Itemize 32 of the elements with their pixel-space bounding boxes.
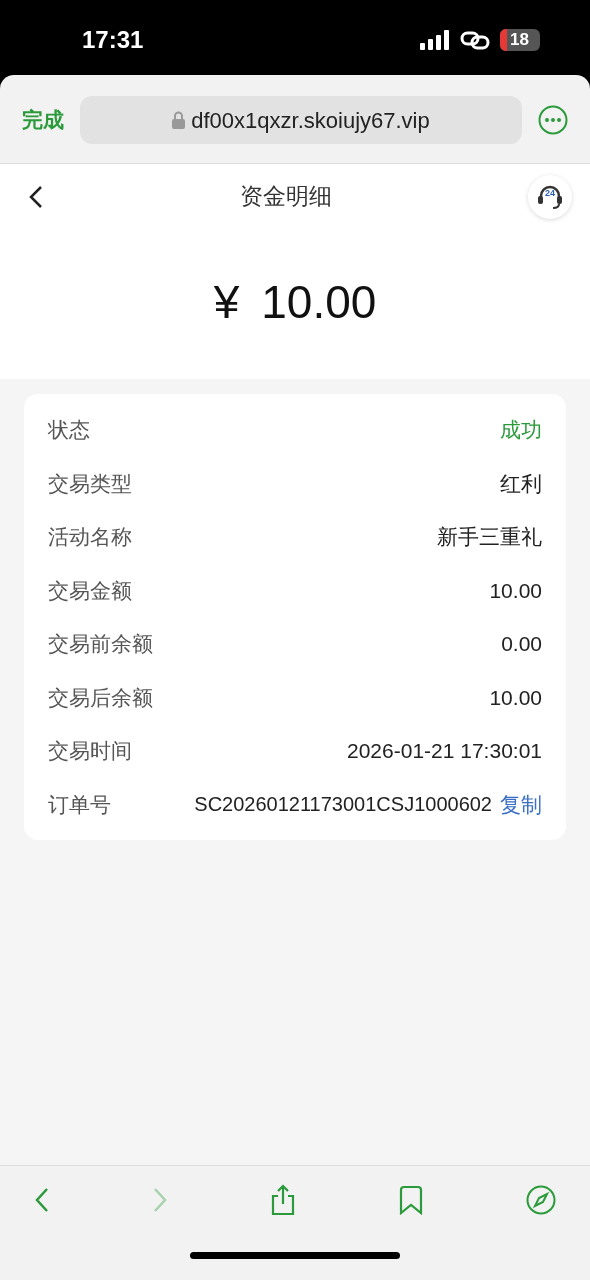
detail-label: 交易金额 bbox=[48, 577, 132, 604]
signal-icon bbox=[420, 30, 450, 50]
detail-value: 0.00 bbox=[501, 631, 542, 657]
compass-icon[interactable] bbox=[526, 1185, 556, 1215]
amount-text: ¥ 10.00 bbox=[213, 274, 377, 330]
detail-label: 状态 bbox=[48, 417, 90, 443]
page-title: 资金明细 bbox=[240, 182, 332, 212]
detail-label: 交易类型 bbox=[48, 470, 132, 497]
battery-indicator: 18 bbox=[500, 29, 540, 51]
detail-label: 交易前余额 bbox=[48, 631, 153, 657]
link-icon bbox=[460, 30, 490, 50]
detail-label: 交易时间 bbox=[48, 738, 132, 764]
status-value: 成功 bbox=[500, 417, 542, 443]
more-icon[interactable] bbox=[538, 105, 568, 135]
detail-value: 2026-01-21 17:30:01 bbox=[347, 738, 542, 764]
detail-value: 新手三重礼 bbox=[437, 524, 542, 550]
detail-value: 10.00 bbox=[489, 577, 542, 604]
detail-label: 交易后余额 bbox=[48, 684, 153, 711]
url-field[interactable]: df00x1qxzr.skoiujy67.vip bbox=[80, 96, 522, 144]
done-button[interactable]: 完成 bbox=[22, 104, 64, 136]
share-icon[interactable] bbox=[270, 1184, 296, 1216]
lock-icon bbox=[172, 111, 186, 129]
detail-value: 10.00 bbox=[489, 684, 542, 711]
back-icon[interactable] bbox=[28, 184, 44, 209]
detail-label: 活动名称 bbox=[48, 524, 132, 550]
detail-label: 订单号 bbox=[48, 791, 111, 818]
detail-value: SC20260121173001CSJ1000602 bbox=[194, 792, 492, 818]
bookmark-icon[interactable] bbox=[398, 1185, 424, 1215]
copy-link[interactable]: 复制 bbox=[500, 788, 542, 820]
support-button[interactable]: 24 bbox=[528, 174, 572, 219]
status-time: 17:31 bbox=[82, 25, 144, 55]
detail-value: 红利 bbox=[500, 470, 542, 497]
